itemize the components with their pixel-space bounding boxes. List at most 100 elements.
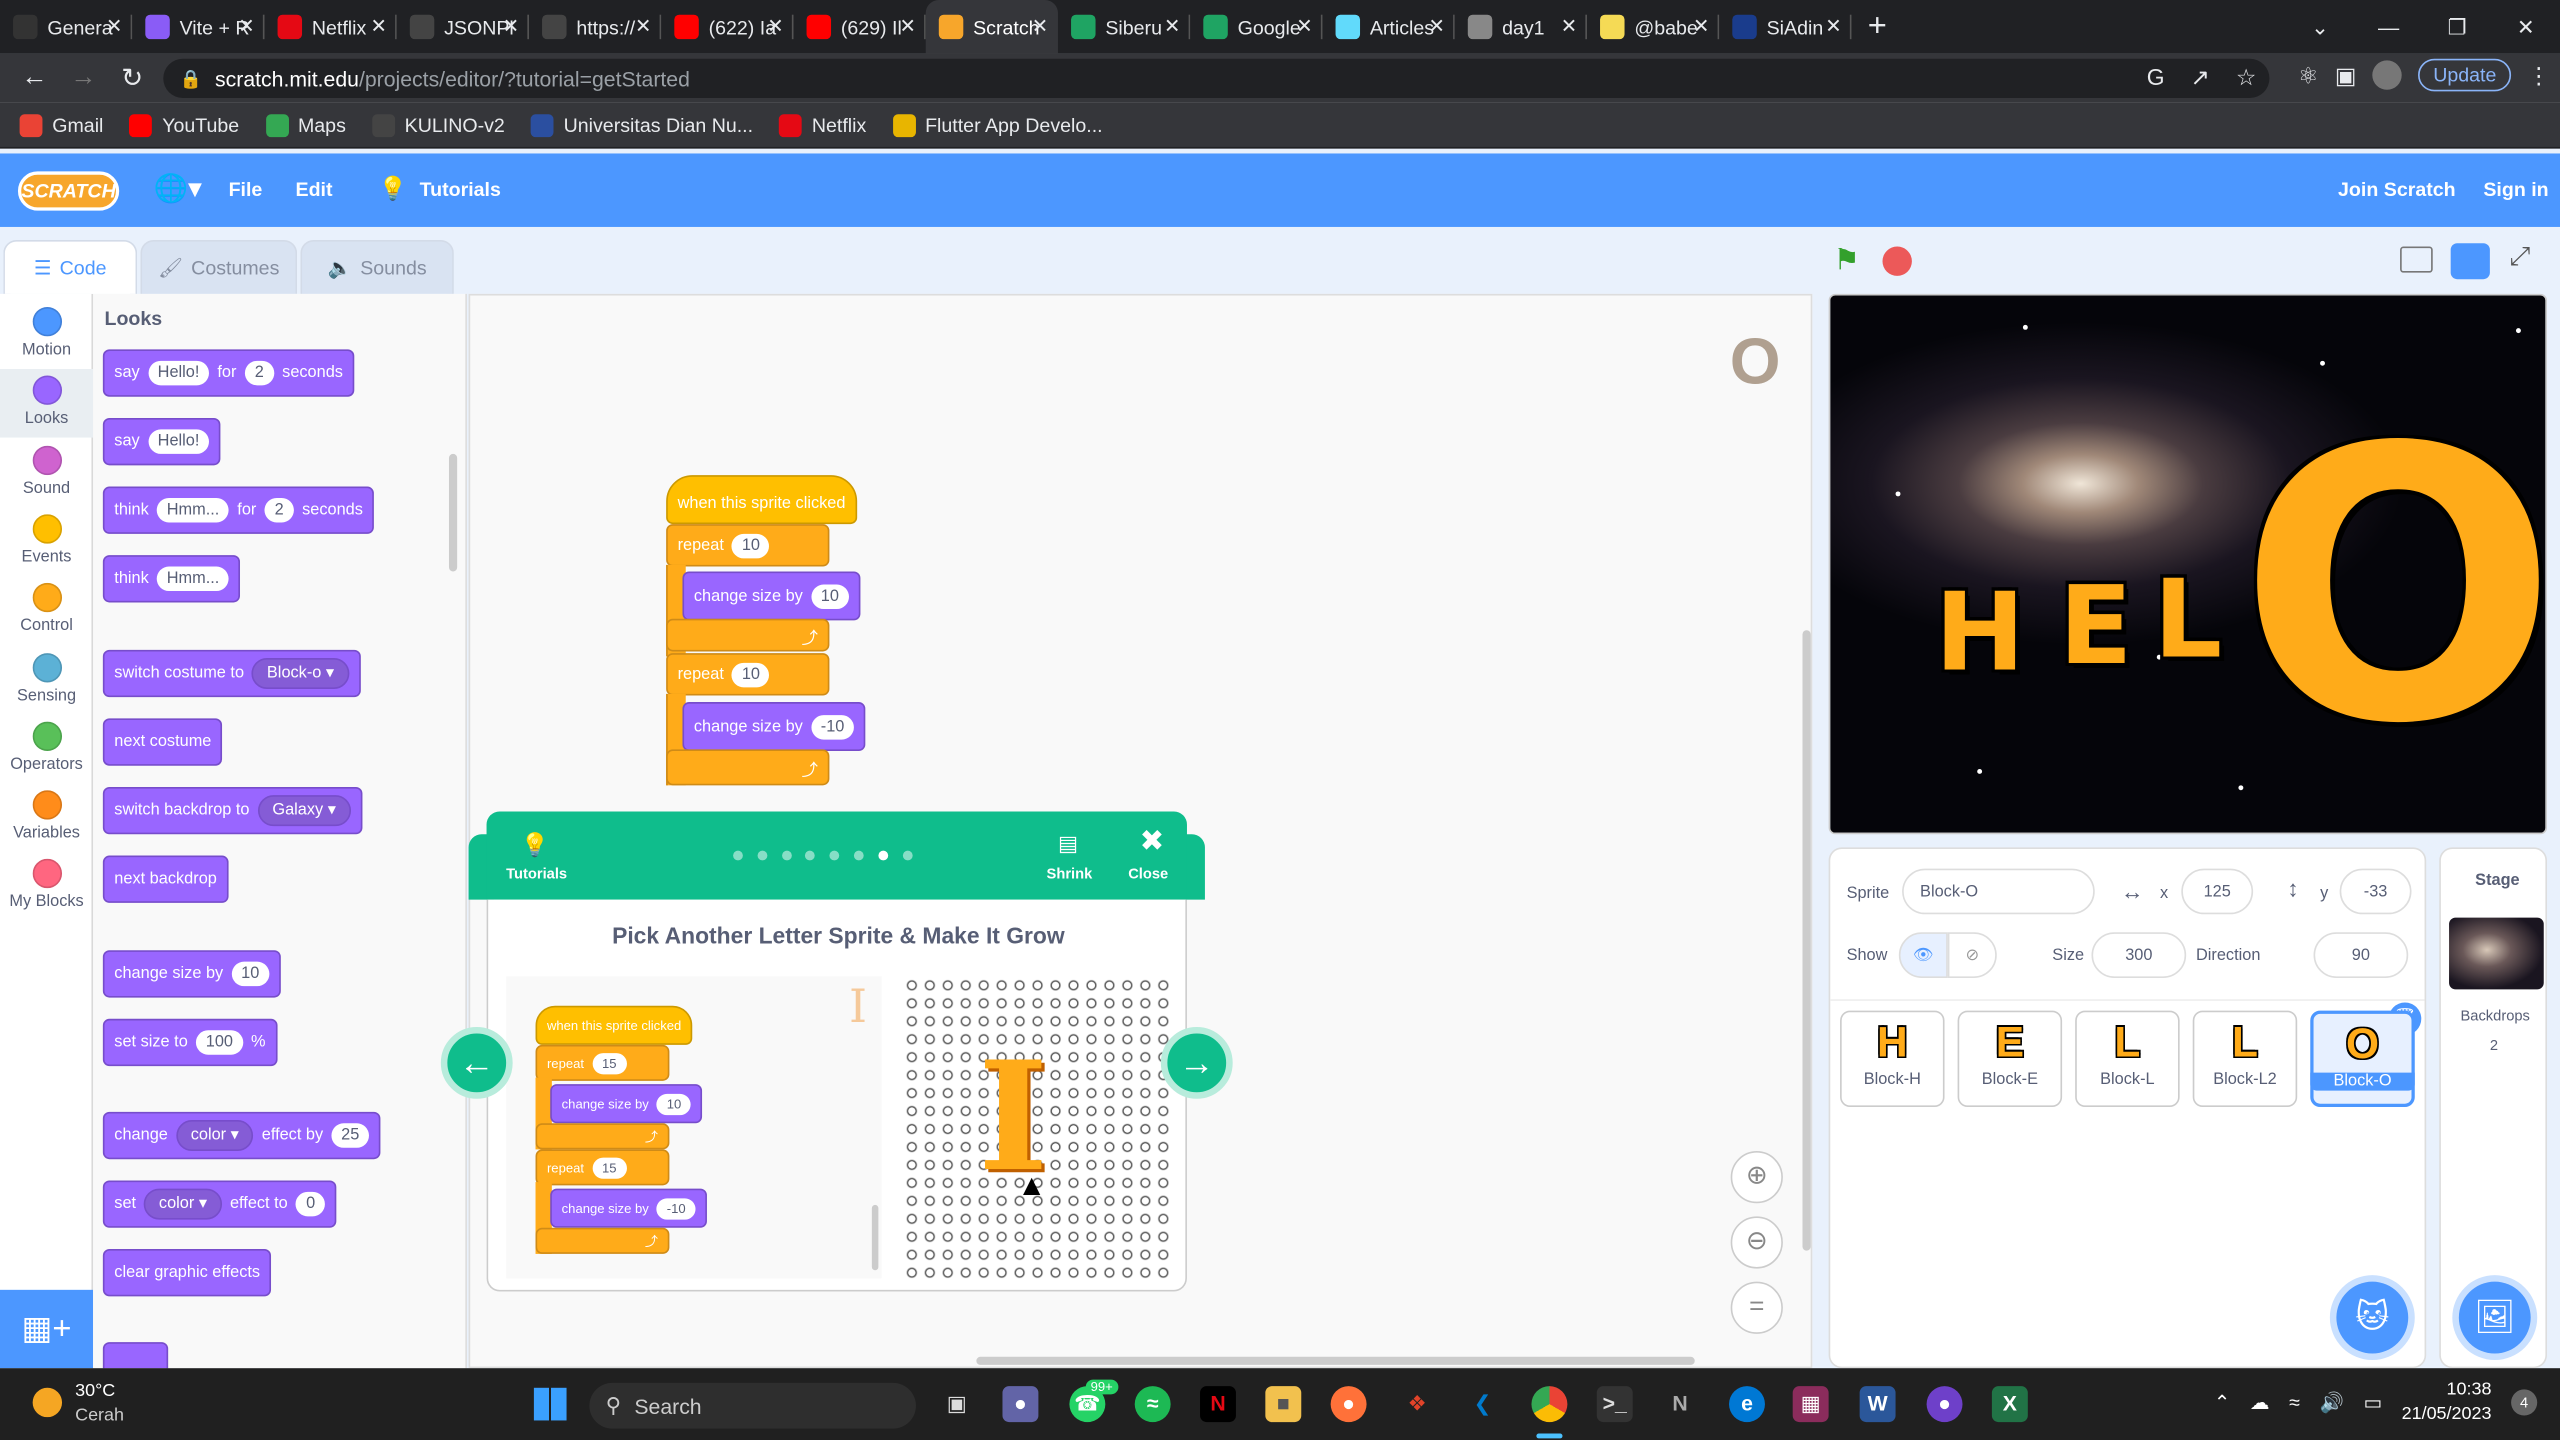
- browser-tab[interactable]: https://✕: [529, 0, 662, 54]
- close-tab-icon[interactable]: ✕: [1825, 15, 1841, 38]
- clear-effects-block[interactable]: clear graphic effects: [102, 1249, 272, 1297]
- sprite-tile[interactable]: H Block-H: [1840, 1010, 1945, 1107]
- seconds-input[interactable]: 2: [264, 497, 294, 523]
- size-input[interactable]: 10: [810, 583, 849, 609]
- browser-tab[interactable]: Siberu ✕: [1058, 0, 1191, 54]
- next-costume-block[interactable]: next costume: [102, 718, 223, 766]
- size-input[interactable]: 100: [195, 1030, 243, 1055]
- close-tab-icon[interactable]: ✕: [1296, 15, 1312, 38]
- progress-dot[interactable]: [805, 850, 816, 861]
- seconds-input[interactable]: 2: [244, 360, 274, 386]
- message-input[interactable]: Hmm...: [156, 497, 230, 523]
- menu-tutorials[interactable]: Tutorials: [420, 178, 501, 201]
- change-size-block[interactable]: change size by 10: [682, 571, 861, 621]
- direction-field[interactable]: 90: [2313, 932, 2409, 978]
- partial-block[interactable]: [102, 1342, 169, 1369]
- browser-tab[interactable]: SiAdin ✕: [1719, 0, 1852, 54]
- close-tab-icon[interactable]: ✕: [1032, 15, 1048, 38]
- weather-icon[interactable]: [32, 1387, 63, 1418]
- close-tab-icon[interactable]: ✕: [900, 15, 916, 38]
- progress-dot[interactable]: [757, 850, 768, 861]
- progress-dot[interactable]: [781, 850, 792, 861]
- category-events[interactable]: Events: [0, 508, 93, 577]
- sprite-letter-o[interactable]: O: [2238, 393, 2545, 785]
- browser-tab[interactable]: Articles ✕: [1322, 0, 1455, 54]
- back-icon[interactable]: ←: [10, 64, 59, 93]
- clock[interactable]: 10:38 21/05/2023: [2402, 1378, 2492, 1427]
- close-tab-icon[interactable]: ✕: [503, 15, 519, 38]
- address-bar[interactable]: 🔒 scratch.mit.edu/projects/editor/?tutor…: [163, 58, 2270, 98]
- notion-icon[interactable]: N: [1662, 1386, 1698, 1422]
- close-tab-icon[interactable]: ✕: [1693, 15, 1709, 38]
- close-tab-icon[interactable]: ✕: [767, 15, 783, 38]
- x-field[interactable]: 125: [2181, 868, 2254, 915]
- sign-in-link[interactable]: Sign in: [2483, 178, 2548, 201]
- change-size-block[interactable]: change size by 10: [102, 950, 281, 998]
- taskbar-search[interactable]: ⚲ Search: [589, 1382, 916, 1429]
- costume-dropdown[interactable]: Block-o ▾: [252, 657, 349, 689]
- y-field[interactable]: -33: [2339, 868, 2412, 915]
- tray-chevron-icon[interactable]: ⌃: [2214, 1391, 2230, 1414]
- wifi-icon[interactable]: ≈: [2289, 1391, 2300, 1414]
- backdrop-dropdown[interactable]: Galaxy ▾: [257, 795, 351, 827]
- chrome-icon[interactable]: [1531, 1386, 1568, 1423]
- think-for-block[interactable]: think Hmm... for 2 seconds: [102, 486, 375, 534]
- message-input[interactable]: Hmm...: [156, 566, 230, 592]
- show-hidden-button[interactable]: ⊘: [1947, 932, 1997, 978]
- update-button[interactable]: Update: [2418, 58, 2512, 92]
- sprite-letter-h[interactable]: H: [1935, 570, 2025, 696]
- palette-scrollbar[interactable]: [448, 453, 458, 572]
- progress-dot[interactable]: [902, 850, 913, 861]
- browser-tab[interactable]: @babe ✕: [1587, 0, 1720, 54]
- git-icon[interactable]: ❖: [1399, 1386, 1435, 1422]
- effect-input[interactable]: 25: [331, 1123, 370, 1148]
- shrink-button[interactable]: Shrink: [1047, 865, 1093, 881]
- side-panel-icon[interactable]: ▣: [2335, 61, 2357, 89]
- message-input[interactable]: Hello!: [147, 429, 210, 454]
- show-visible-button[interactable]: 👁: [1898, 932, 1948, 978]
- teams-chat-icon[interactable]: ●: [1002, 1386, 1039, 1423]
- progress-dot[interactable]: [733, 850, 743, 861]
- change-size-block[interactable]: change size by -10: [682, 702, 866, 752]
- close-window-icon[interactable]: ✕: [2492, 14, 2560, 40]
- set-size-block[interactable]: set size to 100 %: [102, 1018, 277, 1067]
- set-effect-block[interactable]: set color ▾ effect to 0: [102, 1180, 337, 1228]
- tutorials-button[interactable]: Tutorials: [506, 865, 567, 881]
- tab-search-icon[interactable]: ⌄: [2286, 14, 2355, 40]
- stage-canvas[interactable]: H E L O: [1828, 293, 2548, 835]
- share-icon[interactable]: ↗: [2191, 64, 2210, 92]
- repeat-block[interactable]: repeat 10: [666, 653, 830, 696]
- effect-input[interactable]: 0: [295, 1191, 326, 1217]
- add-extension-button[interactable]: ▦+: [0, 1289, 94, 1369]
- category-sound[interactable]: Sound: [0, 439, 93, 508]
- add-sprite-button[interactable]: 🐱: [2336, 1281, 2409, 1354]
- bookmark-item[interactable]: Gmail: [19, 113, 103, 137]
- repeat-count-input[interactable]: 10: [732, 662, 770, 687]
- browser-tab[interactable]: (629) Il ✕: [793, 0, 926, 54]
- new-tab-button[interactable]: +: [1868, 8, 1887, 46]
- category-looks[interactable]: Looks: [0, 369, 94, 439]
- browser-tab[interactable]: Google ✕: [1190, 0, 1323, 54]
- minimize-icon[interactable]: —: [2354, 15, 2423, 39]
- onedrive-icon[interactable]: ☁: [2250, 1391, 2270, 1414]
- category-sensing[interactable]: Sensing: [0, 646, 93, 715]
- sprite-tile[interactable]: E Block-E: [1957, 1010, 2063, 1107]
- profile-avatar[interactable]: [2372, 60, 2403, 90]
- browser-tab[interactable]: day1 ✕: [1455, 0, 1587, 54]
- repeat-block[interactable]: repeat 10: [666, 524, 830, 567]
- scratch-logo[interactable]: SCRATCH: [17, 171, 120, 211]
- backdrop-thumbnail[interactable]: [2449, 917, 2544, 990]
- task-view-icon[interactable]: ▣: [939, 1386, 975, 1422]
- notification-badge[interactable]: 4: [2511, 1389, 2538, 1416]
- say-for-block[interactable]: say Hello! for 2 seconds: [102, 349, 355, 397]
- join-scratch-link[interactable]: Join Scratch: [2338, 178, 2456, 201]
- say-block[interactable]: say Hello!: [102, 417, 221, 466]
- stop-icon[interactable]: [1882, 246, 1912, 276]
- next-backdrop-block[interactable]: next backdrop: [102, 855, 229, 903]
- browser-tab[interactable]: Netflix ✕: [264, 0, 397, 54]
- extensions-icon[interactable]: ⚛: [2298, 61, 2319, 89]
- message-input[interactable]: Hello!: [147, 360, 210, 386]
- bookmark-star-icon[interactable]: ☆: [2236, 64, 2257, 92]
- close-tab-icon[interactable]: ✕: [106, 15, 122, 38]
- windows-start-icon[interactable]: [533, 1387, 567, 1421]
